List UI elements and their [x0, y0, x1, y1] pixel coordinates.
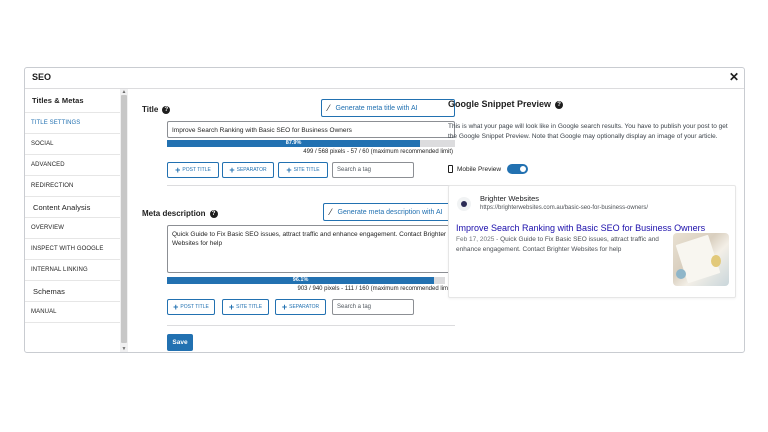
plus-icon: + [175, 165, 181, 175]
tag-label: SITE TITLE [293, 167, 320, 173]
tag-label: POST TITLE [180, 304, 209, 310]
search-result-snippet: Brighter Websites https://brighterwebsit… [448, 185, 736, 298]
sidebar-heading-schemas[interactable]: Schemas [25, 281, 127, 302]
plus-icon: + [173, 302, 179, 312]
meta-pixel-count: 903 / 940 pixels - 111 / 160 (maximum re… [297, 286, 453, 292]
modal-header: SEO ✕ [25, 68, 744, 89]
sidebar-item-inspect-with-google[interactable]: INSPECT WITH GOOGLE [25, 239, 127, 260]
site-favicon-icon [457, 197, 471, 211]
tag-label: SEPARATOR [236, 167, 267, 173]
thumbnail-bulb-shape [711, 255, 721, 267]
magic-wand-icon: ⁄ [328, 103, 330, 113]
scroll-down-icon[interactable]: ▼ [120, 346, 128, 352]
sidebar-heading-titles-metas[interactable]: Titles & Metas [25, 89, 127, 113]
tag-post-title-button[interactable]: + POST TITLE [167, 299, 215, 315]
sidebar-item-internal-linking[interactable]: INTERNAL LINKING [25, 260, 127, 281]
title-progress-fill: 87.9% [167, 140, 421, 147]
tag-site-title-button[interactable]: + SITE TITLE [278, 162, 328, 178]
sidebar-item-overview[interactable]: OVERVIEW [25, 218, 127, 239]
magic-wand-icon: ⁄ [330, 207, 332, 217]
tag-post-title-button[interactable]: + POST TITLE [167, 162, 219, 178]
generate-meta-description-label: Generate meta description with AI [337, 208, 443, 216]
sidebar-item-title-settings[interactable]: TITLE SETTINGS [25, 113, 127, 134]
title-progress-bar: 87.9% [167, 140, 455, 147]
preview-title-text: Google Snippet Preview [448, 99, 552, 109]
thumbnail-cup-shape [676, 269, 686, 279]
tag-label: SITE TITLE [236, 304, 263, 310]
generate-meta-title-label: Generate meta title with AI [335, 104, 418, 112]
snippet-site-url: https://brighterwebsites.com.au/basic-se… [480, 205, 649, 211]
sidebar-scrollbar[interactable]: ▲ ▼ [120, 89, 128, 352]
snippet-date: Feb 17, 2025 - [456, 236, 499, 243]
help-icon[interactable]: ? [555, 100, 564, 109]
sidebar-item-social[interactable]: SOCIAL [25, 134, 127, 155]
modal-title: SEO [32, 72, 52, 82]
plus-icon: + [286, 165, 292, 175]
snippet-description: Feb 17, 2025 - Quick Guide to Fix Basic … [456, 235, 666, 255]
sidebar-heading-content-analysis[interactable]: Content Analysis [25, 197, 127, 218]
mobile-preview-label: Mobile Preview [457, 165, 502, 173]
toggle-knob [520, 166, 527, 172]
seo-modal: SEO ✕ Titles & Metas TITLE SETTINGS SOCI… [24, 67, 745, 353]
snippet-thumbnail-image [673, 233, 729, 286]
plus-icon: + [228, 302, 235, 312]
meta-progress-fill: 96.1% [167, 277, 435, 284]
save-button[interactable]: Save [167, 334, 193, 351]
sidebar-item-redirection[interactable]: REDIRECTION [25, 176, 127, 197]
main-panel: Title? ⁄ Generate meta title with AI Imp… [128, 89, 458, 352]
google-snippet-preview: Google Snippet Preview? This is what you… [446, 89, 744, 352]
title-label-text: Title [142, 105, 159, 114]
tag-site-title-button[interactable]: + SITE TITLE [222, 299, 269, 315]
meta-description-label: Meta description? [142, 209, 218, 218]
snippet-title[interactable]: Improve Search Ranking with Basic SEO fo… [456, 223, 705, 233]
meta-progress-bar: 96.1% [167, 277, 445, 284]
meta-description-textarea[interactable]: Quick Guide to Fix Basic SEO issues, att… [167, 225, 455, 273]
tag-label: POST TITLE [182, 167, 211, 173]
generate-meta-title-button[interactable]: ⁄ Generate meta title with AI [321, 99, 455, 117]
mobile-preview-row: Mobile Preview [448, 164, 529, 174]
title-label: Title? [142, 105, 171, 114]
preview-description: This is what your page will look like in… [448, 123, 728, 140]
scroll-thumb[interactable] [121, 95, 127, 343]
meta-tag-search-input[interactable]: Search a tag [332, 299, 414, 315]
plus-icon: + [229, 165, 235, 175]
tag-separator-button[interactable]: + SEPARATOR [222, 162, 274, 178]
title-pixel-count: 499 / 568 pixels - 57 / 60 (maximum reco… [303, 149, 453, 155]
help-icon[interactable]: ? [162, 105, 171, 114]
tag-label: SEPARATOR [289, 304, 320, 310]
sidebar: Titles & Metas TITLE SETTINGS SOCIAL ADV… [25, 89, 128, 352]
section-divider [167, 185, 455, 186]
mobile-phone-icon [448, 165, 453, 173]
tag-separator-button[interactable]: + SEPARATOR [275, 299, 326, 315]
meta-description-label-text: Meta description [142, 209, 206, 218]
snippet-site-name: Brighter Websites [480, 194, 540, 203]
mobile-preview-toggle[interactable] [507, 164, 529, 174]
plus-icon: + [281, 302, 288, 312]
sidebar-item-advanced[interactable]: ADVANCED [25, 155, 127, 176]
help-icon[interactable]: ? [209, 209, 218, 218]
title-tag-search-input[interactable]: Search a tag [332, 162, 414, 178]
title-input[interactable]: Improve Search Ranking with Basic SEO fo… [167, 121, 455, 138]
section-divider [167, 325, 455, 326]
sidebar-item-manual[interactable]: MANUAL [25, 302, 127, 323]
preview-title: Google Snippet Preview? [448, 99, 564, 109]
close-icon[interactable]: ✕ [729, 70, 739, 84]
generate-meta-description-button[interactable]: ⁄ Generate meta description with AI [323, 203, 455, 221]
